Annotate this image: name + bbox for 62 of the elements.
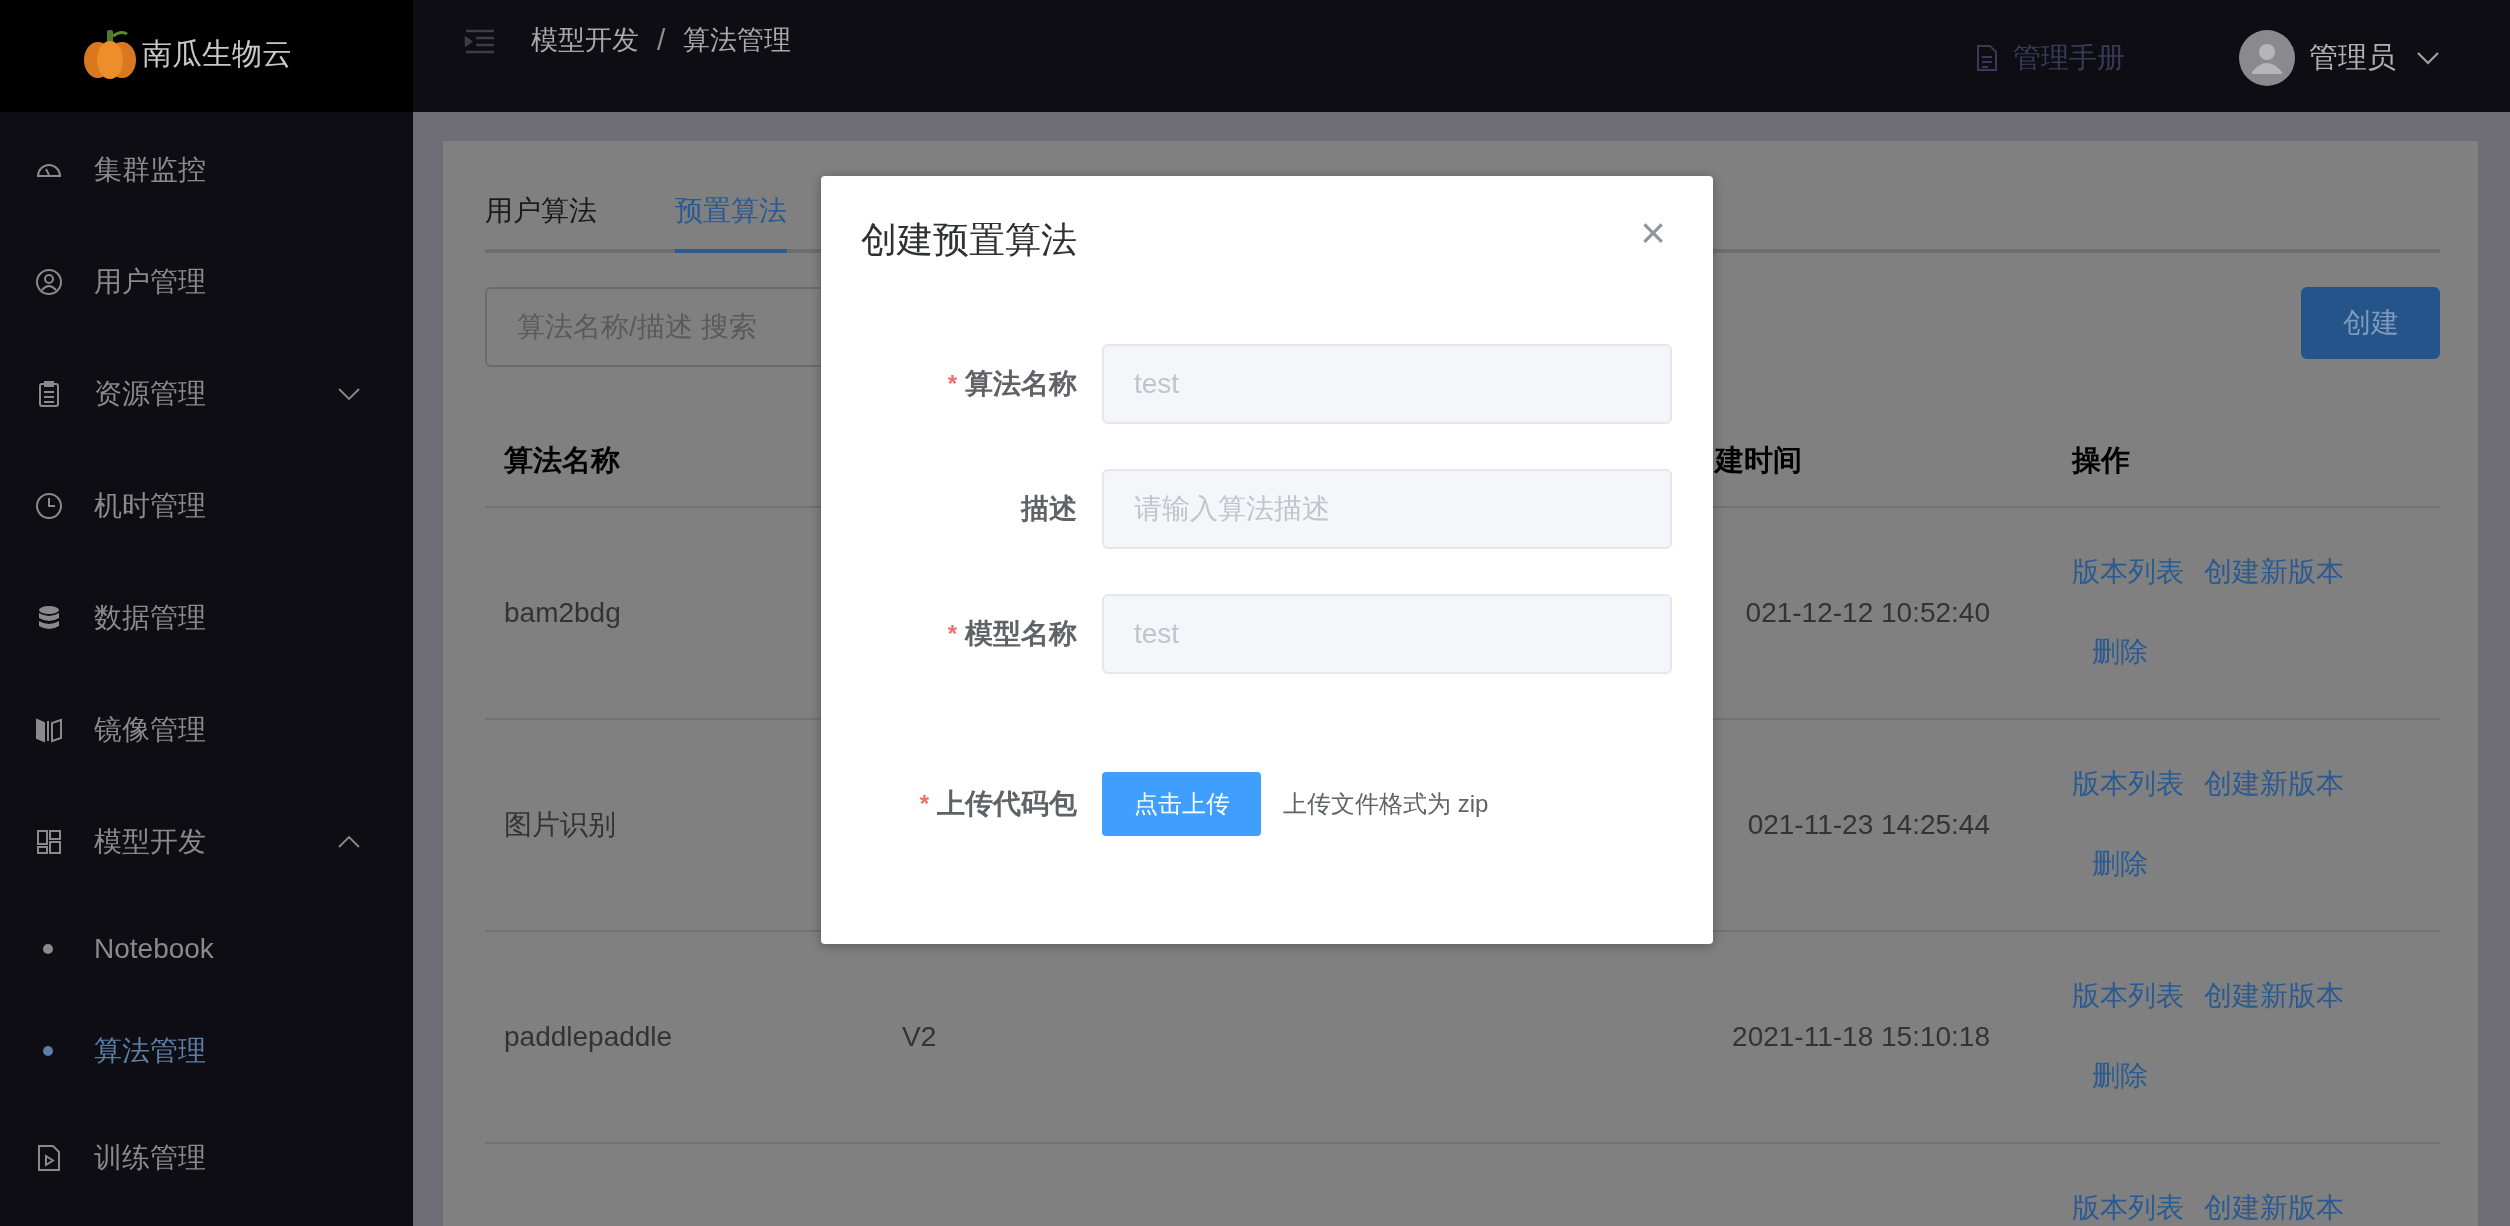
sidebar-item[interactable]: 集群监控 — [0, 114, 413, 226]
sidebar-item[interactable]: 模型开发 — [0, 786, 413, 898]
field-label: 描述 — [1021, 492, 1077, 526]
table-cell: bam2bdg — [504, 597, 621, 629]
avatar-icon[interactable] — [2239, 30, 2295, 86]
table-cell: 021-11-23 14:25:44 — [1747, 809, 1990, 841]
breadcrumb-separator: / — [657, 23, 666, 57]
sidebar-item[interactable]: 机时管理 — [0, 450, 413, 562]
sidebar-subitem[interactable]: Notebook — [0, 898, 413, 1000]
close-button[interactable]: × — [1640, 211, 1666, 255]
book-icon — [35, 716, 63, 744]
action-link[interactable]: 删除 — [2092, 836, 2148, 892]
action-link[interactable]: 删除 — [2092, 1048, 2148, 1104]
field-label: 模型名称 — [965, 617, 1077, 651]
manual-link[interactable]: 管理手册 — [2013, 39, 2125, 77]
user-name[interactable]: 管理员 — [2309, 38, 2396, 78]
sidebar-item[interactable]: 用户管理 — [0, 226, 413, 338]
column-header: 算法名称 — [504, 443, 620, 478]
chevron-down-icon[interactable] — [2416, 51, 2440, 65]
upload-hint: 上传文件格式为 zip — [1283, 789, 1489, 819]
action-link[interactable]: 创建新版本 — [2204, 544, 2344, 600]
bullet-icon — [43, 1046, 53, 1056]
table-cell-text: 图片识别 — [504, 808, 616, 842]
logo-text: 南瓜生物云 — [141, 35, 292, 72]
table-cell: paddlepaddle — [504, 1021, 673, 1053]
action-link[interactable]: 版本列表 — [2072, 544, 2184, 600]
field-label: 算法名称 — [965, 367, 1077, 401]
field-label: 上传代码包 — [937, 787, 1077, 821]
pumpkin-icon — [81, 28, 138, 80]
tab[interactable]: 用户算法 — [485, 191, 597, 253]
bullet-icon — [43, 944, 53, 954]
sidebar-subitem[interactable]: 算法管理 — [0, 1000, 413, 1102]
create-button[interactable]: 创建 — [2301, 287, 2440, 359]
breadcrumb-item[interactable]: 模型开发 — [531, 22, 639, 58]
grid-icon — [35, 828, 63, 856]
video-file-icon — [35, 1144, 63, 1172]
sidebar-item[interactable]: 镜像管理 — [0, 674, 413, 786]
breadcrumb-item[interactable]: 算法管理 — [683, 22, 792, 58]
sidebar-item[interactable]: 数据管理 — [0, 562, 413, 674]
dialog-title: 创建预置算法 — [861, 218, 1077, 262]
required-mark: * — [947, 620, 957, 648]
table-cell: 021-12-12 10:52:40 — [1745, 597, 1990, 629]
action-link[interactable]: 版本列表 — [2072, 968, 2184, 1024]
required-mark: * — [947, 370, 957, 398]
required-mark: * — [919, 790, 929, 818]
action-link[interactable]: 删除 — [2092, 624, 2148, 680]
action-link[interactable]: 创建新版本 — [2204, 968, 2344, 1024]
action-link[interactable]: 版本列表 — [2072, 1180, 2184, 1226]
user-icon — [35, 268, 63, 296]
table-cell: 2021-11-18 15:10:18 — [1732, 1021, 1990, 1053]
sidebar-item[interactable]: 资源管理 — [0, 338, 413, 450]
document-icon — [1975, 44, 1999, 72]
tab[interactable]: 预置算法 — [675, 191, 787, 253]
clock-icon — [35, 492, 63, 520]
action-link[interactable]: 创建新版本 — [2204, 756, 2344, 812]
upload-button[interactable]: 点击上传 — [1102, 772, 1261, 836]
action-link[interactable]: 版本列表 — [2072, 756, 2184, 812]
sidebar-item[interactable]: 训练管理 — [0, 1102, 413, 1214]
action-link[interactable]: 创建新版本 — [2204, 1180, 2344, 1226]
column-header: 操作 — [2072, 443, 2130, 478]
column-header: 建时间 — [1715, 443, 1802, 478]
table-cell: V2 — [902, 1021, 937, 1053]
